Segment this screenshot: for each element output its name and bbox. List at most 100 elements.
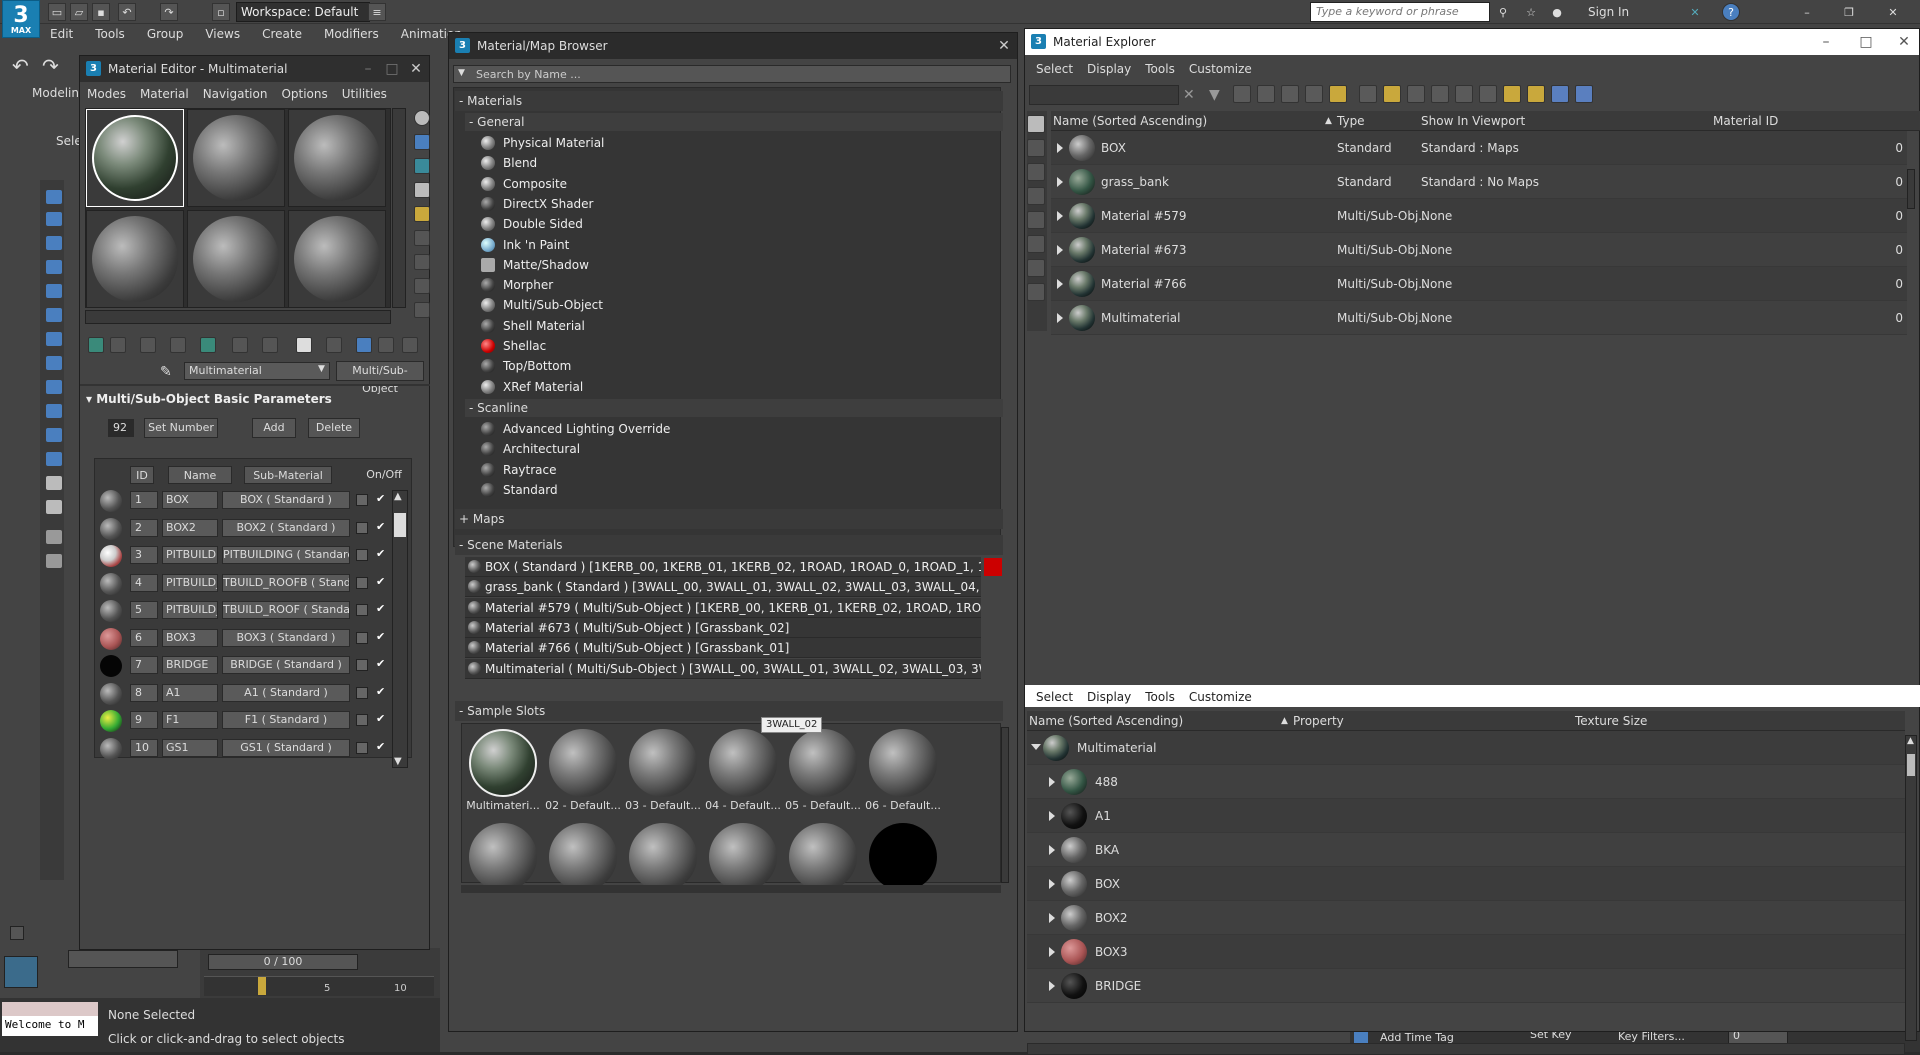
on-off-checkbox[interactable]: ✔ xyxy=(376,547,385,560)
show-in-viewport[interactable]: None xyxy=(1421,277,1452,291)
filter-icon[interactable]: ▼ xyxy=(1209,87,1220,103)
hierarchy-tool-icon[interactable] xyxy=(1233,85,1251,103)
set-number-field[interactable]: 92 xyxy=(108,419,134,437)
material-row[interactable]: Multimaterial Multi/Sub-Obj... None 0 xyxy=(1051,301,1907,335)
motion-icon[interactable] xyxy=(46,260,62,274)
list-view-icon[interactable] xyxy=(1027,115,1045,133)
submaterial-thumbnail[interactable] xyxy=(100,737,122,760)
scene-material-item[interactable]: Material #673 ( Multi/Sub-Object ) [Gras… xyxy=(465,617,981,638)
collapse-tool-icon[interactable] xyxy=(1455,85,1473,103)
scroll-up-icon[interactable]: ▲ xyxy=(394,491,402,502)
browser-sample-slot[interactable]: Multimateri... xyxy=(465,727,541,815)
submaterial-checkbox[interactable] xyxy=(356,521,368,534)
col-name[interactable]: Name (Sorted Ascending) xyxy=(1029,714,1183,728)
submaterial-thumbnail[interactable] xyxy=(100,600,122,622)
submaterial-row[interactable]: 2 BOX2 BOX2 ( Standard ) ✔ xyxy=(96,516,412,542)
material-type-item[interactable]: Physical Material xyxy=(477,133,1003,153)
sample-slot-6[interactable] xyxy=(288,210,386,308)
submaterial-button[interactable]: BOX ( Standard ) xyxy=(222,491,350,509)
user-icon[interactable]: ● xyxy=(1548,3,1566,21)
checker3-icon[interactable] xyxy=(1027,211,1045,229)
tree-item-row[interactable]: BRIDGE xyxy=(1027,969,1905,1003)
modify-icon[interactable] xyxy=(46,212,62,226)
workspace-dropdown[interactable]: Workspace: Default xyxy=(236,2,370,22)
sort-tool-icon[interactable] xyxy=(1407,85,1425,103)
menu-navigation[interactable]: Navigation xyxy=(196,84,275,104)
submaterial-name[interactable]: F1 xyxy=(162,711,218,729)
browser-sample-slot[interactable] xyxy=(865,821,941,909)
help-icon[interactable]: ? xyxy=(1722,3,1740,21)
submaterial-id[interactable]: 1 xyxy=(130,491,158,509)
material-row[interactable]: grass_bank Standard Standard : No Maps 0 xyxy=(1051,165,1907,199)
browser-sample-slot[interactable] xyxy=(465,821,541,909)
expand-icon[interactable] xyxy=(1057,143,1063,153)
on-off-checkbox[interactable]: ✔ xyxy=(376,520,385,533)
tree-item-row[interactable]: BOX xyxy=(1027,867,1905,901)
delete-button[interactable]: Delete xyxy=(308,418,360,438)
sample-slot-4[interactable] xyxy=(86,210,184,308)
tree-item-row[interactable]: BKA xyxy=(1027,833,1905,867)
workspace-menu-icon[interactable]: ≡ xyxy=(368,3,386,21)
set-number-button[interactable]: Set Number xyxy=(144,418,218,438)
submaterial-button[interactable]: F1 ( Standard ) xyxy=(222,711,350,729)
browser-sample-slot[interactable]: 02 - Default... xyxy=(545,727,621,815)
submaterial-row[interactable]: 9 F1 F1 ( Standard ) ✔ xyxy=(96,708,412,734)
video-color-icon[interactable] xyxy=(414,206,430,222)
funnel-icon[interactable] xyxy=(46,554,62,568)
tree-item-row[interactable]: A1 xyxy=(1027,799,1905,833)
link-icon[interactable] xyxy=(1027,187,1045,205)
menu-customize[interactable]: Customize xyxy=(1182,59,1259,79)
lower-scrollbar[interactable]: ▲ xyxy=(1905,735,1917,1041)
submaterial-id[interactable]: 9 xyxy=(130,711,158,729)
tree-root-row[interactable]: Multimaterial xyxy=(1027,731,1905,765)
scene-material-item[interactable]: grass_bank ( Standard ) [3WALL_00, 3WALL… xyxy=(465,577,981,598)
help-search-input[interactable]: Type a keyword or phrase xyxy=(1310,2,1490,22)
scanline-group[interactable]: - Scanline xyxy=(465,399,1003,417)
submaterial-name[interactable]: BOX3 xyxy=(162,628,218,647)
col-id[interactable]: ID xyxy=(130,466,154,484)
checker2-icon[interactable] xyxy=(1027,163,1045,181)
material-type-item[interactable]: Double Sided xyxy=(477,214,1003,234)
list-tool-icon[interactable] xyxy=(1575,85,1593,103)
background-icon[interactable] xyxy=(414,158,430,174)
select-by-material-icon[interactable] xyxy=(414,278,430,294)
scene-material-item[interactable]: Multimaterial ( Multi/Sub-Object ) [3WAL… xyxy=(465,658,981,679)
submaterial-button[interactable]: GS1 ( Standard ) xyxy=(222,738,350,757)
material-row[interactable]: BOX Standard Standard : Maps 0 xyxy=(1051,131,1907,165)
explorer-scrollbar[interactable] xyxy=(1907,169,1915,209)
material-type-item[interactable]: Morpher xyxy=(477,275,1003,295)
submaterial-checkbox[interactable] xyxy=(356,631,368,644)
close-icon[interactable]: ✕ xyxy=(995,37,1013,55)
material-type-item[interactable]: Matte/Shadow xyxy=(477,255,1003,275)
add-tool-icon[interactable] xyxy=(1383,85,1401,103)
col-submaterial[interactable]: Sub-Material xyxy=(244,466,332,484)
tree-item-row[interactable]: 488 xyxy=(1027,765,1905,799)
hierarchy-icon[interactable] xyxy=(46,236,62,250)
rollout-header[interactable]: ▾ Multi/Sub-Object Basic Parameters xyxy=(86,392,332,406)
on-off-checkbox[interactable]: ✔ xyxy=(376,630,385,643)
filter-icon[interactable] xyxy=(46,530,62,544)
undo-icon[interactable]: ↶ xyxy=(118,3,136,21)
tree-item-row[interactable]: BOX2 xyxy=(1027,901,1905,935)
expand-icon[interactable] xyxy=(1057,279,1063,289)
layer-icon[interactable] xyxy=(46,476,62,490)
submaterial-checkbox[interactable] xyxy=(356,604,368,616)
make-unique-icon[interactable] xyxy=(232,337,248,353)
scene-material-item[interactable]: Material #579 ( Multi/Sub-Object ) [1KER… xyxy=(465,597,981,618)
explorer-search-input[interactable] xyxy=(1029,85,1179,105)
navigator-icon[interactable] xyxy=(414,302,430,318)
show-in-viewport[interactable]: None xyxy=(1421,243,1452,257)
slots-horizontal-scrollbar[interactable] xyxy=(85,310,391,324)
submaterial-name[interactable]: A1 xyxy=(162,683,218,702)
app-logo[interactable]: 3 MAX xyxy=(2,0,40,38)
col-texture-size[interactable]: Texture Size xyxy=(1575,714,1647,728)
submaterial-button[interactable]: PITBUILDING ( Standard ) xyxy=(222,546,350,564)
scroll-thumb[interactable] xyxy=(394,513,406,537)
maps-group[interactable]: + Maps xyxy=(455,509,1003,529)
submaterial-name[interactable]: BRIDGE xyxy=(162,656,218,674)
put-to-scene-icon[interactable] xyxy=(110,337,126,353)
menu-views[interactable]: Views xyxy=(195,24,250,46)
sample-slot-5[interactable] xyxy=(187,210,285,308)
col-show-in-viewport[interactable]: Show In Viewport xyxy=(1421,114,1525,128)
close-app-icon[interactable]: ✕ xyxy=(1884,3,1902,21)
